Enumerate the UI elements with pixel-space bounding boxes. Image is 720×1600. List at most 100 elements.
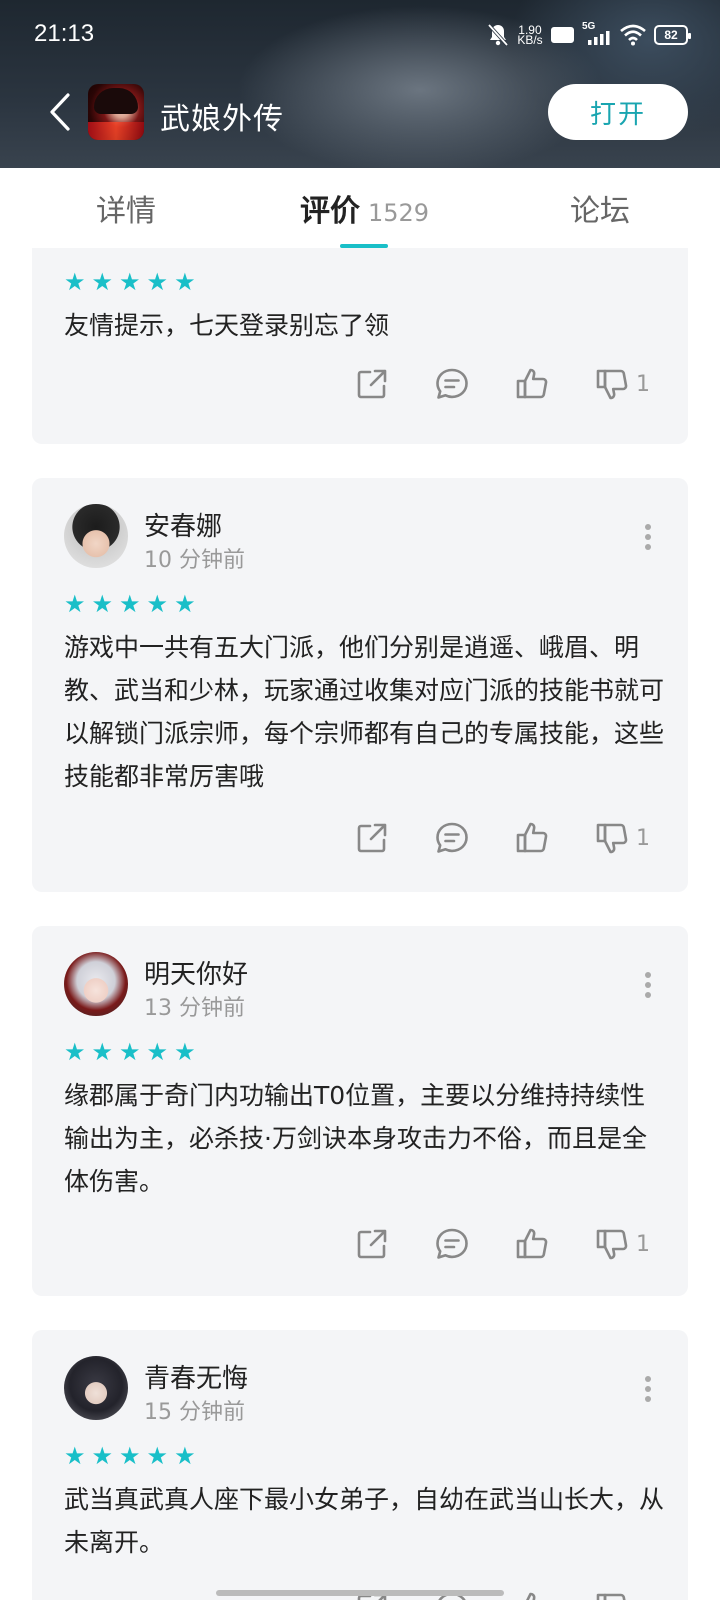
share-button[interactable] [352, 818, 392, 858]
username[interactable]: 明天你好 [144, 954, 248, 991]
star-icon: ★ [174, 590, 196, 618]
dot-icon [645, 972, 651, 978]
dislike-count: 1 [636, 1231, 650, 1257]
tab-details[interactable]: 详情 [96, 186, 156, 230]
thumbs-up-icon [516, 822, 548, 853]
thumbs-down-icon [596, 823, 628, 854]
rating-stars: ★ ★ ★ ★ ★ [64, 1040, 196, 1064]
dislike-button[interactable] [592, 1224, 632, 1264]
rating-stars: ★ ★ ★ ★ ★ [64, 592, 196, 616]
chevron-left-icon [50, 93, 70, 131]
app-header: 21:13 1.90 KB/s HD 5G 82 武娘外传 打开 [0, 0, 720, 168]
dislike-button[interactable] [592, 1588, 632, 1600]
more-options-button[interactable] [644, 524, 652, 550]
share-button[interactable] [352, 1224, 392, 1264]
battery-icon: 82 [654, 25, 691, 45]
review-feed[interactable]: ★ ★ ★ ★ ★ 友情提示，七天登录别忘了领 1 安春娜 10 分钟前 ★ ★… [0, 248, 720, 1600]
dot-icon [645, 524, 651, 530]
star-icon: ★ [174, 268, 196, 296]
back-button[interactable] [40, 90, 80, 134]
dot-icon [645, 544, 651, 550]
review-actions: 1 [312, 1224, 650, 1264]
star-icon: ★ [64, 268, 86, 296]
app-icon [88, 84, 144, 140]
tab-reviews-label: 评价 [300, 194, 360, 229]
review-text: 友情提示，七天登录别忘了领 [64, 311, 390, 340]
avatar[interactable] [64, 1356, 128, 1420]
like-button[interactable] [512, 818, 552, 858]
review-card: ★ ★ ★ ★ ★ 友情提示，七天登录别忘了领 1 [32, 248, 688, 444]
review-user: 青春无悔 15 分钟前 [64, 1356, 624, 1425]
dot-icon [645, 982, 651, 988]
avatar[interactable] [64, 952, 128, 1016]
username[interactable]: 安春娜 [144, 506, 222, 543]
rating-stars: ★ ★ ★ ★ ★ [64, 1444, 196, 1468]
thumbs-up-icon [526, 1592, 536, 1600]
star-icon: ★ [119, 590, 141, 618]
comment-button[interactable] [432, 364, 472, 404]
thumbs-down-icon [596, 369, 628, 400]
share-icon [357, 823, 387, 853]
review-card: 安春娜 10 分钟前 ★ ★ ★ ★ ★ 游戏中一共有五大门派，他们分别是逍遥、峨眉、明… [32, 478, 688, 892]
like-button[interactable] [512, 364, 552, 404]
thumbs-up-icon [516, 1228, 548, 1259]
thumbs-down-icon [596, 1593, 626, 1600]
star-icon: ★ [91, 1442, 114, 1470]
home-indicator[interactable] [216, 1590, 504, 1596]
review-time: 13 分钟前 [144, 996, 245, 1021]
star-icon: ★ [119, 1038, 141, 1066]
review-actions: 1 [312, 818, 650, 858]
status-icons: 1.90 KB/s HD 5G 82 [487, 20, 691, 50]
rating-stars: ★ ★ ★ ★ ★ [64, 270, 196, 294]
dot-icon [645, 534, 651, 540]
dot-icon [645, 992, 651, 998]
review-card: 青春无悔 15 分钟前 ★ ★ ★ ★ ★ 武当真武真人座下最小女弟子，自幼在武当山长大… [32, 1330, 688, 1600]
star-icon: ★ [146, 268, 169, 296]
star-icon: ★ [174, 1038, 196, 1066]
thumbs-down-icon [596, 1229, 628, 1260]
star-icon: ★ [146, 1038, 169, 1066]
share-button[interactable] [352, 364, 392, 404]
network-speed: 1.90 KB/s [517, 24, 543, 47]
review-text: 缘郡属于奇门内功输出T0位置，主要以分维持持续性输出为主，必杀技·万剑诀本身攻击… [64, 1081, 647, 1196]
dot-icon [645, 1376, 651, 1382]
comment-button[interactable] [432, 818, 472, 858]
open-app-button[interactable]: 打开 [548, 84, 688, 140]
app-title: 武娘外传 [160, 102, 284, 137]
network-speed-unit: KB/s [517, 33, 543, 47]
avatar[interactable] [64, 504, 128, 568]
comment-button[interactable] [432, 1224, 472, 1264]
username[interactable]: 青春无悔 [144, 1358, 248, 1395]
like-button[interactable] [512, 1224, 552, 1264]
star-icon: ★ [64, 1038, 86, 1066]
dislike-group: 1 [592, 364, 650, 404]
review-user: 安春娜 10 分钟前 [64, 504, 624, 573]
star-icon: ★ [146, 590, 169, 618]
more-options-button[interactable] [644, 1376, 652, 1402]
review-actions: 1 [312, 364, 650, 404]
dislike-group: 1 [592, 1224, 650, 1264]
dislike-count: 1 [636, 825, 650, 851]
tab-forum[interactable]: 论坛 [570, 186, 630, 230]
review-text: 游戏中一共有五大门派，他们分别是逍遥、峨眉、明教、武当和少林，玩家通过收集对应门… [64, 633, 665, 791]
signal-5g: 5G [582, 21, 612, 47]
tab-bar: 详情 评价 1529 论坛 [0, 168, 720, 248]
dot-icon [645, 1386, 651, 1392]
star-icon: ★ [119, 1442, 141, 1470]
star-icon: ★ [91, 590, 114, 618]
more-options-button[interactable] [644, 972, 652, 998]
app-nav-row: 武娘外传 打开 [0, 80, 720, 144]
thumbs-up-icon [516, 368, 548, 399]
star-icon: ★ [119, 268, 141, 296]
dislike-button[interactable] [592, 364, 632, 404]
comment-icon [436, 1228, 468, 1259]
review-card: 明天你好 13 分钟前 ★ ★ ★ ★ ★ 缘郡属于奇门内功输出T0位置，主要以分维持持… [32, 926, 688, 1296]
mute-bell-icon [487, 23, 509, 47]
review-time: 10 分钟前 [144, 548, 245, 573]
like-button[interactable] [512, 1588, 552, 1600]
tab-reviews[interactable]: 评价 1529 [300, 186, 429, 230]
star-icon: ★ [91, 268, 114, 296]
dislike-button[interactable] [592, 818, 632, 858]
star-icon: ★ [64, 590, 86, 618]
dislike-group [592, 1588, 648, 1600]
